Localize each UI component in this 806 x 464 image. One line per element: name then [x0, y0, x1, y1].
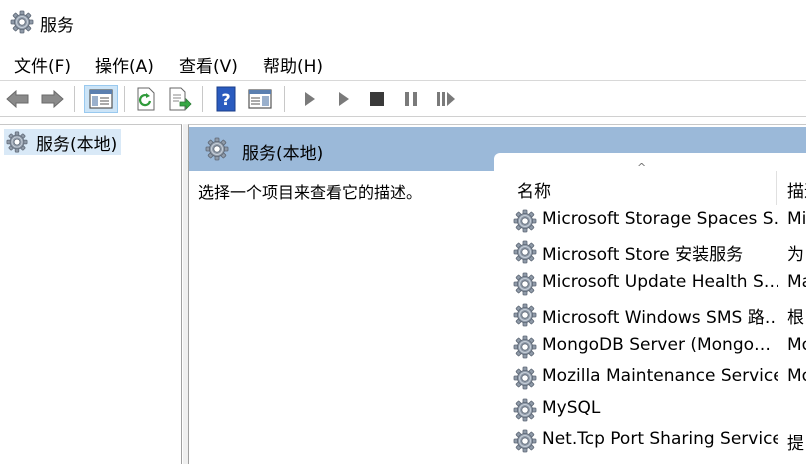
table-row[interactable]: Microsoft Storage Spaces S… Mi: [494, 205, 806, 236]
toolbar-separator: [202, 86, 203, 112]
service-name: Microsoft Store 安装服务: [542, 245, 744, 265]
table-row[interactable]: Mozilla Maintenance Service Mo: [494, 362, 806, 393]
services-list: ^ 名称 描述 Microsoft Storage Spaces S… Mi M…: [494, 153, 806, 464]
sort-ascending-icon: ^: [637, 161, 647, 174]
toolbar-separator: [284, 86, 285, 112]
gear-icon: [513, 335, 537, 359]
description-prompt: 选择一个项目来查看它的描述。: [198, 183, 423, 202]
service-name: Microsoft Update Health S…: [542, 272, 778, 292]
pane-header-title: 服务(本地): [242, 144, 324, 164]
pause-service-icon: [405, 92, 417, 106]
gear-icon: [205, 137, 229, 161]
service-name: Microsoft Windows SMS 路…: [542, 308, 778, 328]
table-row[interactable]: Microsoft Update Health S… Ma: [494, 268, 806, 299]
table-row[interactable]: MongoDB Server (Mongo… Mo: [494, 331, 806, 362]
export-list-button[interactable]: [166, 85, 194, 113]
back-button[interactable]: [4, 85, 32, 113]
gear-icon: [513, 303, 537, 327]
forward-button[interactable]: [38, 85, 66, 113]
menu-action[interactable]: 操作(A): [95, 52, 154, 77]
column-header-name[interactable]: 名称: [517, 177, 551, 202]
start-service-alt-button[interactable]: [330, 85, 358, 113]
table-row[interactable]: Microsoft Store 安装服务 为: [494, 236, 806, 267]
gear-icon: [513, 240, 537, 264]
gear-icon: [10, 10, 34, 34]
service-description: Mo: [787, 366, 806, 386]
title-bar: 服务: [0, 0, 806, 46]
help-button[interactable]: ?: [212, 85, 240, 113]
menu-bar: 文件(F) 操作(A) 查看(V) 帮助(H): [0, 46, 806, 80]
start-service-alt-icon: [339, 92, 349, 106]
gear-icon: [513, 398, 537, 422]
service-description: Ma: [787, 272, 806, 292]
gear-icon: [513, 272, 537, 296]
refresh-button[interactable]: [132, 85, 160, 113]
details-pane: 服务(本地) 选择一个项目来查看它的描述。 ^ 名称 描述 Microsoft …: [188, 124, 806, 464]
service-description: 根: [787, 308, 804, 328]
tree-item-services-local[interactable]: 服务(本地): [4, 129, 122, 155]
tree-item-label: 服务(本地): [36, 134, 118, 155]
table-row[interactable]: Net.Tcp Port Sharing Service 提: [494, 425, 806, 456]
export-list-icon: [169, 87, 192, 111]
start-service-button[interactable]: [296, 85, 324, 113]
service-name: MySQL: [542, 398, 601, 418]
console-tree-icon: [89, 89, 113, 109]
menu-file[interactable]: 文件(F): [14, 52, 71, 77]
service-name: Net.Tcp Port Sharing Service: [542, 429, 778, 449]
column-divider[interactable]: [776, 171, 777, 205]
window-title: 服务: [40, 16, 74, 36]
menu-view[interactable]: 查看(V): [179, 52, 238, 77]
start-service-icon: [305, 92, 315, 106]
console-tree-pane: 服务(本地): [0, 124, 182, 464]
refresh-icon: [137, 87, 155, 111]
svg-text:?: ?: [221, 90, 230, 109]
service-description: 为: [787, 245, 804, 265]
table-row[interactable]: MySQL: [494, 394, 806, 425]
toolbar: ?: [0, 81, 806, 117]
toolbar-separator: [124, 86, 125, 112]
help-icon: ?: [216, 86, 236, 112]
gear-icon: [6, 131, 28, 153]
service-description: Mi: [787, 209, 806, 229]
resume-service-icon: [437, 92, 455, 106]
stop-service-button[interactable]: [363, 85, 391, 113]
resume-service-button[interactable]: [432, 85, 460, 113]
gear-icon: [513, 209, 537, 233]
menu-help[interactable]: 帮助(H): [263, 52, 323, 77]
table-row[interactable]: Microsoft Windows SMS 路… 根: [494, 299, 806, 330]
forward-arrow-icon: [41, 89, 64, 109]
gear-icon: [513, 429, 537, 453]
back-arrow-icon: [6, 89, 29, 109]
show-console-tree-button[interactable]: [84, 85, 118, 113]
properties-view-button[interactable]: [246, 85, 274, 113]
service-name: MongoDB Server (Mongo…: [542, 335, 772, 355]
toolbar-separator: [74, 86, 75, 112]
service-name: Microsoft Storage Spaces S…: [542, 209, 778, 229]
service-description: Mo: [787, 335, 806, 355]
properties-view-icon: [248, 89, 272, 109]
pause-service-button[interactable]: [397, 85, 425, 113]
service-description: 提: [787, 434, 804, 454]
column-header-description[interactable]: 描述: [787, 177, 806, 202]
service-name: Mozilla Maintenance Service: [542, 366, 778, 386]
gear-icon: [513, 366, 537, 390]
stop-service-icon: [370, 92, 384, 106]
